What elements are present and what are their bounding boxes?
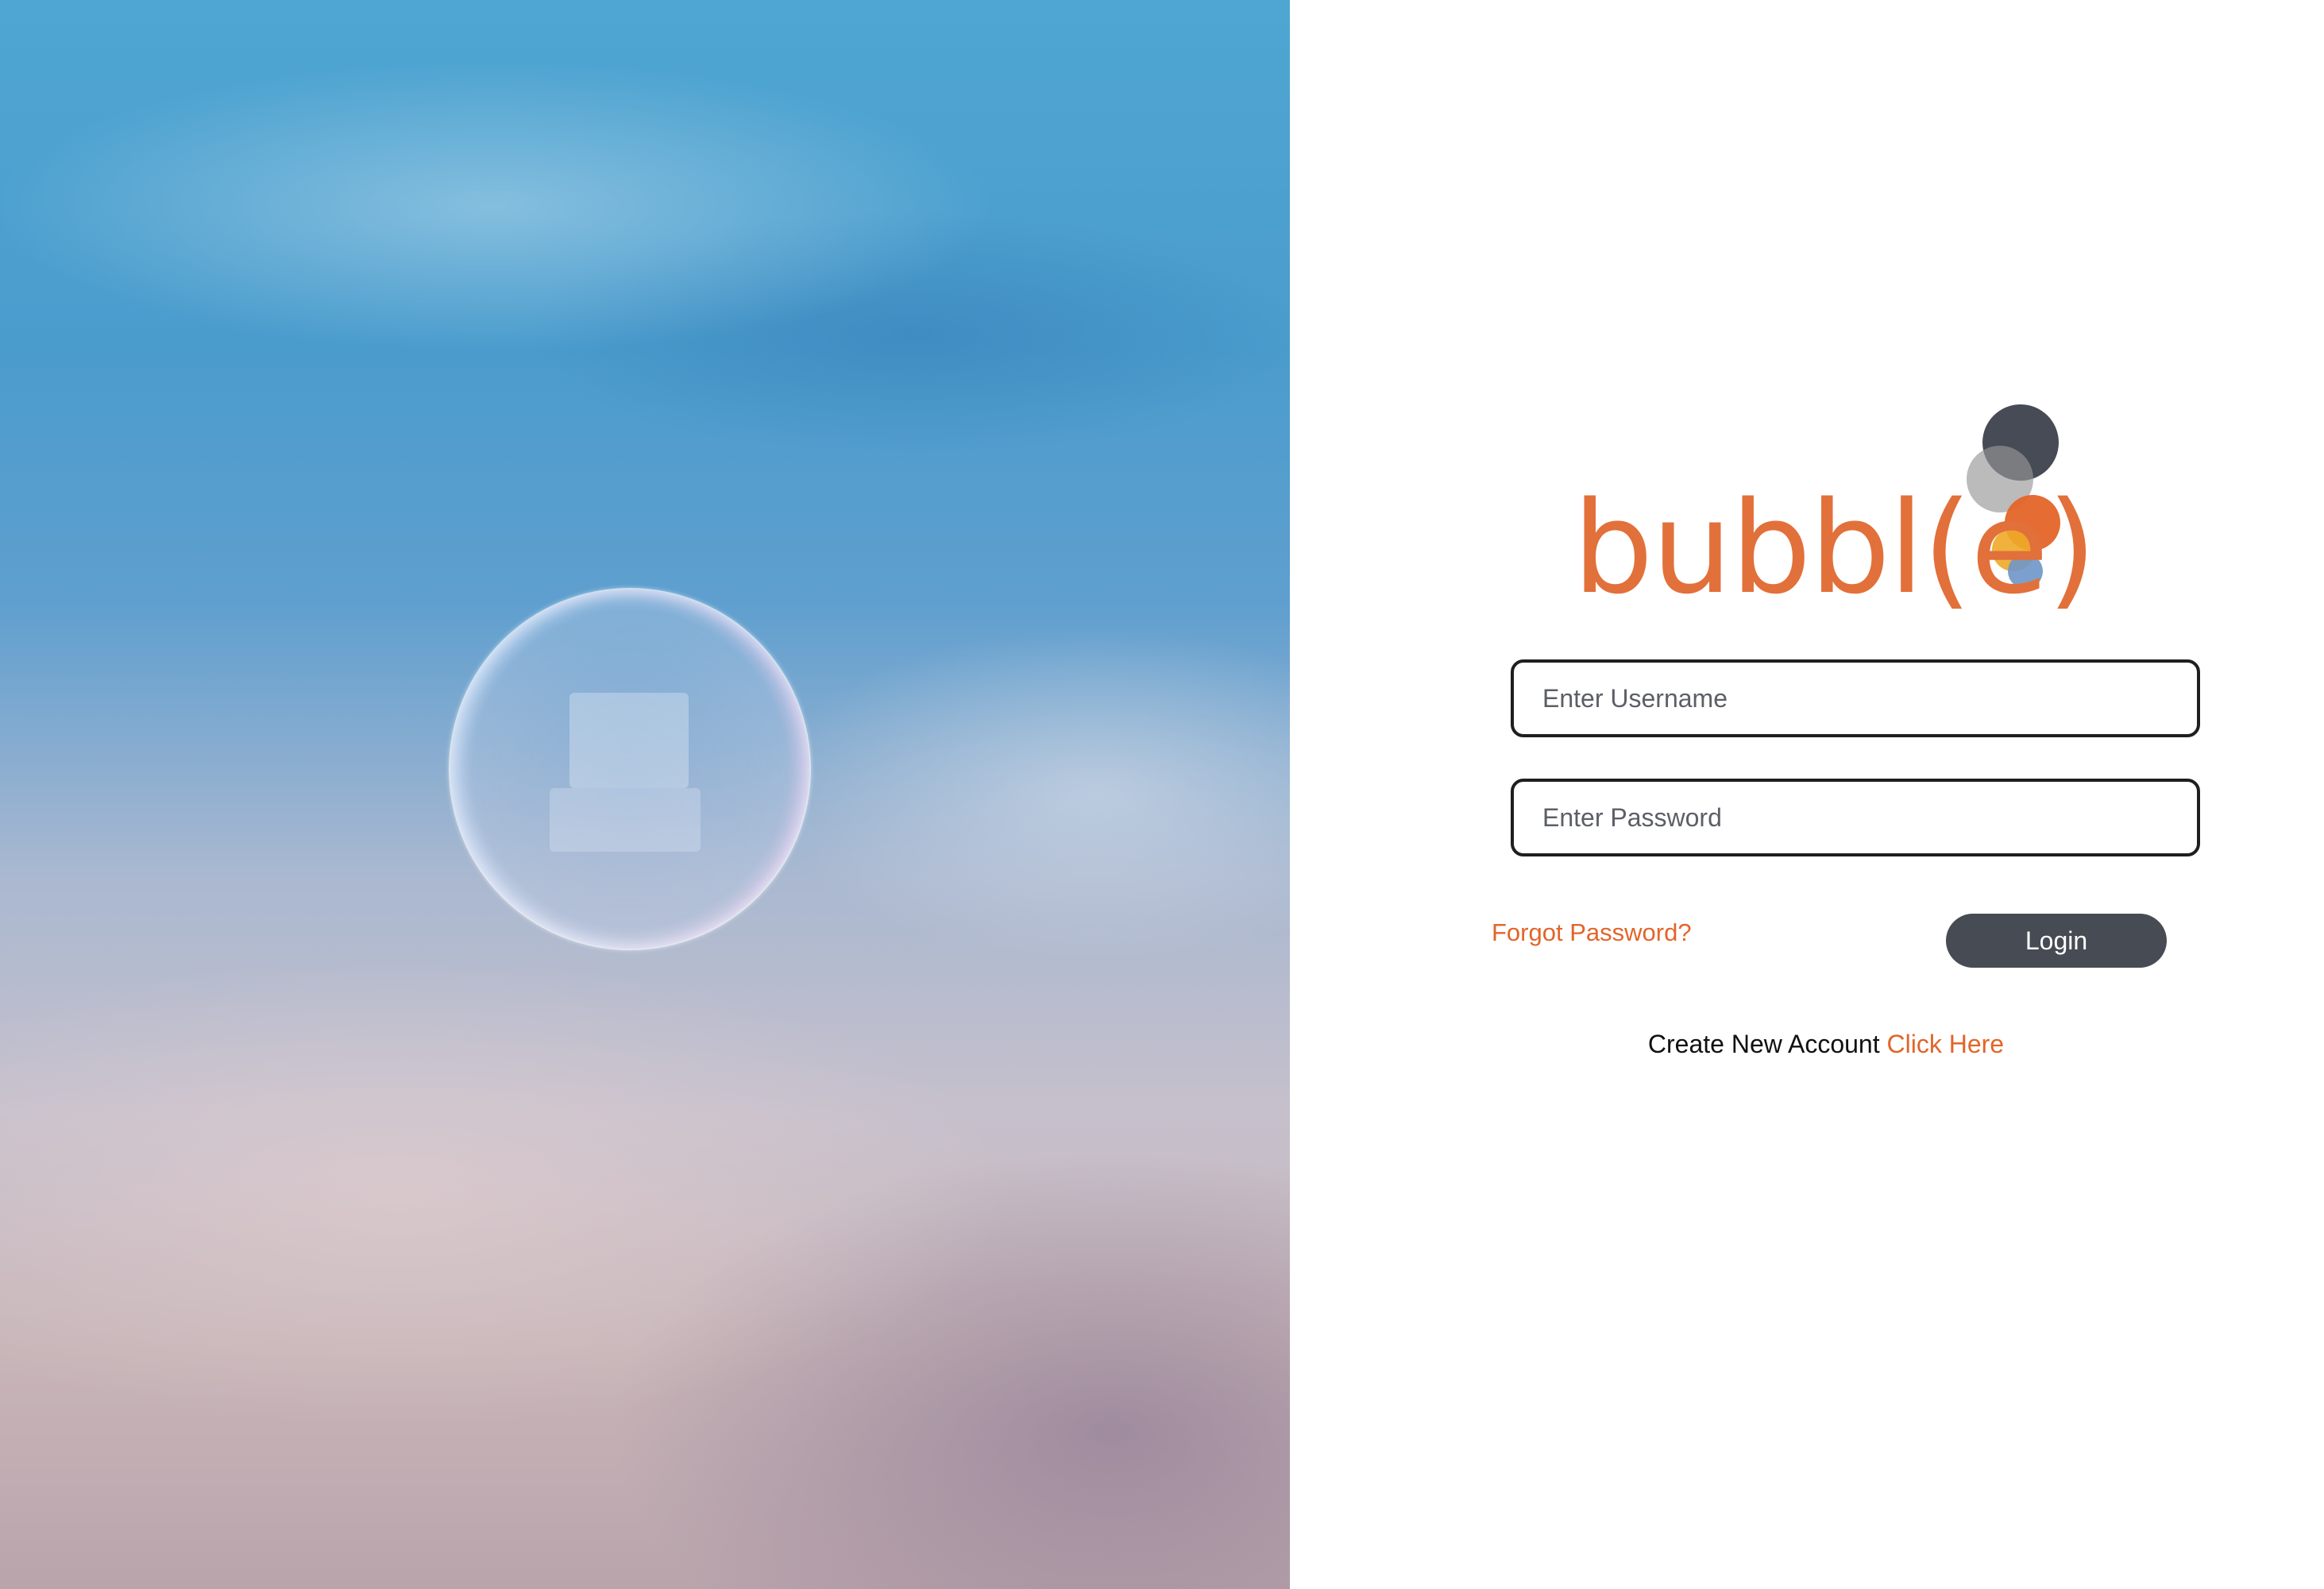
soap-bubble-image — [449, 588, 811, 950]
login-page: bubbl(e) Forgot Password? Login Create N… — [0, 0, 2324, 1589]
create-account-row: Create New Account Click Here — [1290, 1030, 2324, 1059]
hero-image — [0, 0, 1290, 1589]
create-account-text: Create New Account — [1647, 1030, 1880, 1058]
create-account-link[interactable]: Click Here — [1887, 1030, 2005, 1058]
forgot-password-link[interactable]: Forgot Password? — [1492, 918, 1692, 947]
brand-logo: bubbl(e) — [1573, 401, 2097, 632]
password-input[interactable] — [1511, 779, 2200, 856]
logo-wordmark: bubbl(e) — [1573, 474, 2097, 622]
username-input[interactable] — [1511, 659, 2200, 737]
login-button[interactable]: Login — [1946, 914, 2167, 968]
